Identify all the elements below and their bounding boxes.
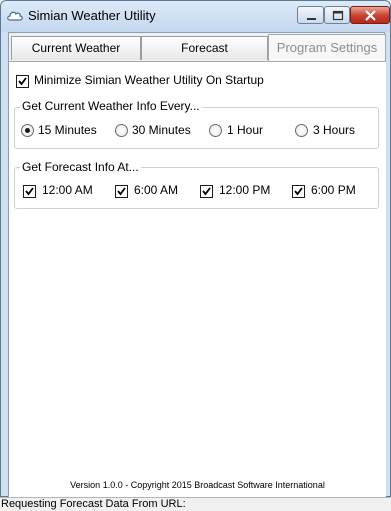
radio-3-hours[interactable] xyxy=(295,124,308,137)
checkbox-6am[interactable] xyxy=(115,185,128,198)
forecast-times-title: Get Forecast Info At... xyxy=(20,160,141,174)
radio-30-minutes-label: 30 Minutes xyxy=(132,123,191,137)
radio-1-hour[interactable] xyxy=(209,124,222,137)
cloud-icon xyxy=(6,8,24,22)
radio-3-hours-label: 3 Hours xyxy=(313,123,356,137)
status-text: Requesting Forecast Data From URL: xyxy=(1,498,186,510)
tab-forecast[interactable]: Forecast xyxy=(141,36,268,60)
checkbox-12pm[interactable] xyxy=(200,185,213,198)
tab-current-weather[interactable]: Current Weather xyxy=(11,36,141,60)
checkbox-12pm-label: 12:00 PM xyxy=(219,183,271,197)
radio-30-minutes[interactable] xyxy=(115,124,128,137)
close-button[interactable] xyxy=(350,6,390,24)
minimize-on-startup-checkbox[interactable] xyxy=(16,75,29,88)
radio-15-minutes-label: 15 Minutes xyxy=(38,123,97,137)
status-bar: Requesting Forecast Data From URL: xyxy=(0,497,391,511)
checkbox-6am-label: 6:00 AM xyxy=(134,183,179,197)
radio-1-hour-label: 1 Hour xyxy=(227,123,264,137)
minimize-on-startup-label: Minimize Simian Weather Utility On Start… xyxy=(34,73,264,87)
client-area: Current Weather Forecast Program Setting… xyxy=(8,32,386,498)
checkbox-6pm[interactable] xyxy=(292,185,305,198)
version-text: Version 1.0.0 - Copyright 2015 Broadcast… xyxy=(70,480,325,490)
app-window: Simian Weather Utility Current Weather F… xyxy=(0,0,391,498)
checkbox-12am-label: 12:00 AM xyxy=(42,183,93,197)
close-icon xyxy=(365,10,376,21)
window-title: Simian Weather Utility xyxy=(28,8,156,23)
program-settings-panel: Minimize Simian Weather Utility On Start… xyxy=(9,61,386,497)
checkbox-12am[interactable] xyxy=(23,185,36,198)
radio-15-minutes[interactable] xyxy=(21,124,34,137)
title-bar[interactable]: Simian Weather Utility xyxy=(1,1,390,32)
tab-program-settings[interactable]: Program Settings xyxy=(268,34,386,62)
maximize-button[interactable] xyxy=(324,6,350,24)
minimize-button[interactable] xyxy=(297,6,324,24)
checkbox-6pm-label: 6:00 PM xyxy=(311,183,356,197)
current-weather-interval-title: Get Current Weather Info Every... xyxy=(20,99,202,113)
